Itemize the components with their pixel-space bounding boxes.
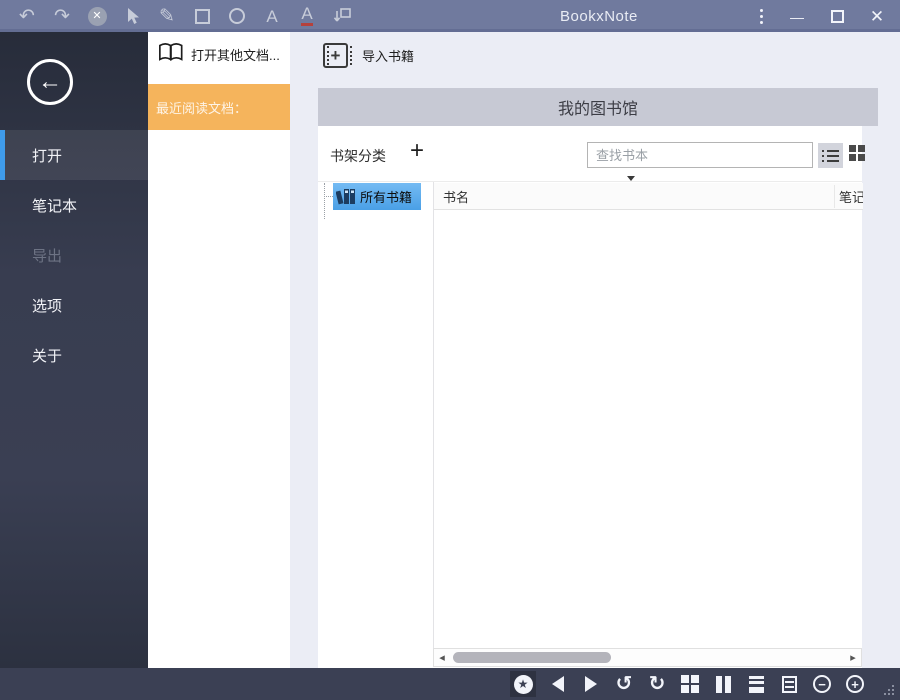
rectangle-tool-icon[interactable] [191, 4, 213, 28]
search-books-input[interactable] [587, 142, 813, 168]
column-separator[interactable] [834, 185, 835, 208]
sidebar-item-label: 导出 [32, 245, 62, 266]
bookxnote-window: ↶ ↷ ✕ ✎ A A BookxNote — ✕ ← 打开 笔记本 导出 [0, 0, 900, 700]
sidebar-item-notebook[interactable]: 笔记本 [0, 180, 148, 230]
minus-circle-icon: − [813, 675, 831, 693]
library-header-bar: 我的图书馆 [318, 88, 878, 126]
pencil-icon[interactable]: ✎ [156, 4, 178, 28]
maximize-button[interactable] [828, 7, 846, 25]
grid-view-button[interactable] [849, 145, 867, 163]
page-lines-icon [749, 676, 764, 693]
previous-page-button[interactable] [547, 671, 569, 697]
next-page-button[interactable] [580, 671, 602, 697]
rotate-right-button[interactable]: ↻ [646, 671, 668, 697]
sidebar: ← 打开 笔记本 导出 选项 关于 [0, 32, 148, 668]
rotate-left-button[interactable]: ↺ [613, 671, 635, 697]
horizontal-scrollbar[interactable]: ◂ ▸ [433, 648, 862, 667]
library-main: + 导入书籍 我的图书馆 书架分类 + 所有书籍 [290, 32, 900, 668]
text-tool-icon[interactable]: A [261, 4, 283, 28]
window-controls: — ✕ [756, 0, 886, 32]
table-header-row: 书名 笔记数 [434, 183, 863, 210]
back-arrow-icon: ← [38, 68, 62, 96]
sidebar-item-label: 打开 [32, 145, 62, 166]
column-header-title[interactable]: 书名 [443, 183, 469, 210]
note-annotation-icon[interactable] [331, 4, 353, 28]
back-button[interactable]: ← [27, 59, 73, 105]
menu-dots-icon[interactable] [756, 7, 766, 25]
redo-icon[interactable]: ↷ [51, 4, 73, 28]
plus-circle-icon: + [846, 675, 864, 693]
books-icon [336, 187, 356, 206]
sidebar-item-open[interactable]: 打开 [0, 130, 148, 180]
recent-documents-label: 最近阅读文档： [156, 98, 247, 117]
two-bars-icon [716, 676, 731, 693]
continuous-view-button[interactable] [778, 671, 800, 697]
clear-annotation-icon[interactable]: ✕ [86, 4, 108, 28]
two-page-view-button[interactable] [712, 671, 734, 697]
tree-item-all-books[interactable]: 所有书籍 [333, 183, 421, 210]
scrollbar-thumb[interactable] [453, 652, 611, 663]
close-button[interactable]: ✕ [868, 7, 886, 25]
right-triangle-icon [585, 676, 597, 692]
books-table: 书名 笔记数 [433, 182, 862, 648]
open-other-document-label: 打开其他文档... [191, 45, 280, 64]
bottom-toolbar-icons: ★ ↺ ↻ − + [510, 668, 866, 700]
import-books-label: 导入书籍 [358, 46, 414, 65]
list-view-button[interactable] [818, 143, 843, 168]
add-shelf-button[interactable]: + [404, 136, 430, 166]
sidebar-item-export[interactable]: 导出 [0, 230, 148, 280]
sidebar-item-label: 笔记本 [32, 195, 77, 216]
undo-icon[interactable]: ↶ [16, 4, 38, 28]
scroll-right-arrow[interactable]: ▸ [845, 649, 861, 666]
open-other-document-button[interactable]: 打开其他文档... [148, 32, 290, 76]
import-books-button[interactable]: + 导入书籍 [323, 41, 414, 69]
select-cursor-icon[interactable] [121, 4, 143, 28]
bottom-toolbar: ★ ↺ ↻ − + [0, 668, 900, 700]
recent-documents-banner: 最近阅读文档： [148, 84, 290, 130]
scroll-left-arrow[interactable]: ◂ [434, 649, 450, 666]
star-icon: ★ [514, 675, 533, 694]
ellipse-tool-icon[interactable] [226, 4, 248, 28]
shelf-category-label: 书架分类 [330, 146, 386, 166]
zoom-out-button[interactable]: − [811, 671, 833, 697]
annotation-toolbar: ↶ ↷ ✕ ✎ A A [16, 0, 353, 32]
titlebar: ↶ ↷ ✕ ✎ A A BookxNote — ✕ [0, 0, 900, 32]
import-book-icon: + [323, 43, 348, 68]
library-title: 我的图书馆 [558, 95, 638, 119]
library-panel: 书架分类 + 所有书籍 书名 [318, 126, 862, 668]
open-book-icon [158, 41, 184, 68]
thumbnail-view-button[interactable] [679, 671, 701, 697]
shelf-tree: 所有书籍 [318, 182, 433, 648]
page-fit-view-button[interactable] [745, 671, 767, 697]
sidebar-item-about[interactable]: 关于 [0, 330, 148, 380]
grid-icon [681, 675, 699, 693]
minimize-button[interactable]: — [788, 7, 806, 25]
resize-grip[interactable] [884, 685, 896, 697]
close-circle-glyph: ✕ [88, 7, 107, 26]
sort-indicator-icon[interactable] [627, 176, 635, 181]
tree-branch-line [324, 196, 333, 197]
underline-tool-icon[interactable]: A [296, 4, 318, 28]
sidebar-item-label: 选项 [32, 295, 62, 316]
sidebar-item-options[interactable]: 选项 [0, 280, 148, 330]
column-header-notes[interactable]: 笔记数 [839, 183, 863, 210]
recent-documents-panel: 打开其他文档... 最近阅读文档： [148, 32, 290, 668]
bookmark-star-button[interactable]: ★ [510, 671, 536, 697]
window-title: BookxNote [560, 0, 638, 32]
tree-branch-line [324, 183, 325, 219]
zoom-in-button[interactable]: + [844, 671, 866, 697]
sidebar-item-label: 关于 [32, 345, 62, 366]
tree-item-label: 所有书籍 [360, 187, 412, 206]
left-triangle-icon [552, 676, 564, 692]
page-box-icon [782, 676, 797, 693]
